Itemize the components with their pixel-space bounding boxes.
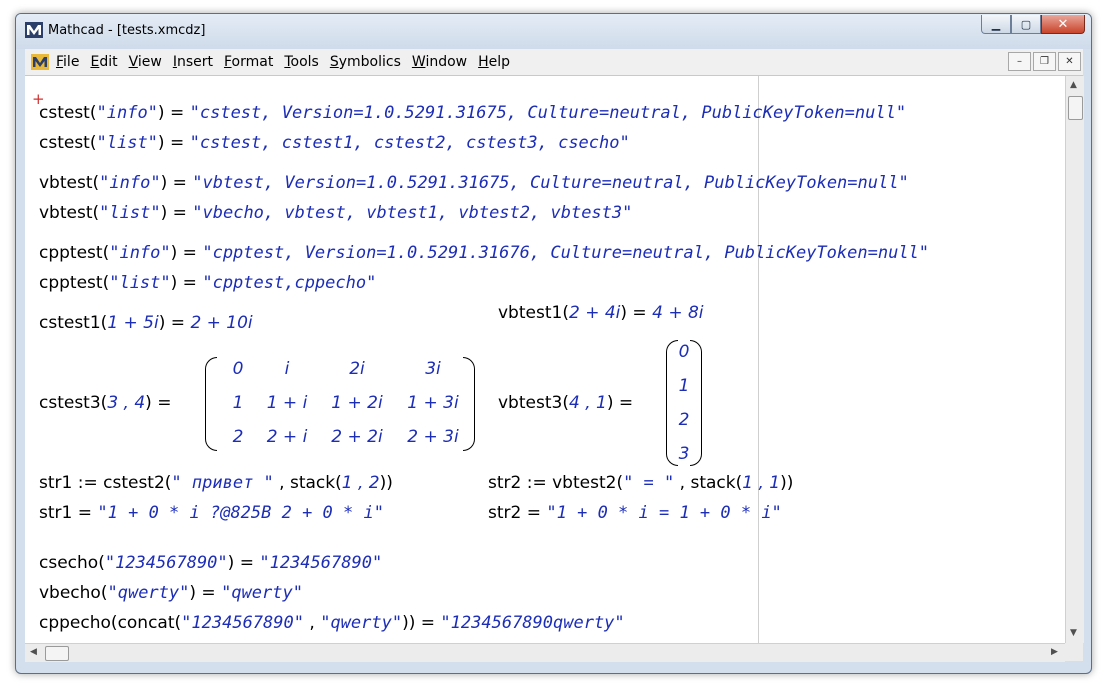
region-vbecho[interactable]: vbecho("qwerty") = "qwerty": [39, 583, 303, 603]
matrix-cell: 2 + 3i: [407, 427, 459, 447]
region-str1-definition[interactable]: str1 := cstest2(" привет " , stack(1 , 2…: [39, 473, 393, 493]
menu-format[interactable]: Format: [224, 54, 273, 70]
horizontal-scrollbar[interactable]: ◀ ▶: [25, 643, 1065, 662]
matrix-cell: 1 + 2i: [331, 393, 383, 413]
region-cstest3[interactable]: cstest3(3 , 4) =: [39, 393, 177, 413]
region-vbtest1[interactable]: vbtest1(2 + 4i) = 4 + 8i: [498, 303, 704, 323]
menu-symbolics[interactable]: Symbolics: [330, 54, 401, 70]
region-str2-value[interactable]: str2 = "1 + 0 * i = 1 + 0 * i": [488, 503, 782, 523]
region-vbtest-info[interactable]: vbtest("info") = "vbtest, Version=1.0.52…: [39, 173, 909, 193]
region-cstest-list[interactable]: cstest("list") = "cstest, cstest1, cstes…: [39, 133, 630, 153]
matrix-cell: 1 + 3i: [407, 393, 459, 413]
region-cstest-info[interactable]: cstest("info") = "cstest, Version=1.0.52…: [39, 103, 906, 123]
vector-left-bracket: [666, 340, 678, 466]
menu-help[interactable]: Help: [478, 54, 510, 70]
matrix-cell: 2: [232, 427, 244, 447]
scroll-left-arrow-icon[interactable]: ◀: [30, 647, 37, 657]
scroll-right-arrow-icon[interactable]: ▶: [1051, 647, 1058, 657]
matrix-cell: i: [284, 359, 290, 379]
maximize-button[interactable]: ▢: [1011, 15, 1041, 34]
region-cpptest-list[interactable]: cpptest("list") = "cpptest,cppecho": [39, 273, 376, 293]
region-cstest1[interactable]: cstest1(1 + 5i) = 2 + 10i: [39, 313, 253, 333]
matrix-left-bracket: [205, 357, 217, 451]
vertical-scroll-thumb[interactable]: [1068, 96, 1083, 120]
region-vbtest3[interactable]: vbtest3(4 , 1) =: [498, 393, 639, 413]
scroll-down-arrow-icon[interactable]: ▼: [1070, 628, 1077, 638]
menu-insert[interactable]: Insert: [173, 54, 213, 70]
vbtest3-result-vector: 0 1 2 3: [666, 340, 702, 466]
region-vbtest-list[interactable]: vbtest("list") = "vbecho, vbtest, vbtest…: [39, 203, 632, 223]
cstest3-result-matrix: 0 i 2i 3i 1 1 + i 1 + 2i 1 + 3i 2 2 + i …: [205, 357, 475, 451]
vertical-scrollbar[interactable]: ▲ ▼: [1065, 76, 1084, 643]
region-str2-definition[interactable]: str2 := vbtest2(" = " , stack(1 , 1)): [488, 473, 793, 493]
mathcad-window: Mathcad - [tests.xmcdz] ▁ ▢ ✕ File Edit …: [15, 13, 1092, 674]
matrix-cell: 1 + i: [266, 393, 308, 413]
matrix-cell: 3i: [425, 359, 441, 379]
title-bar[interactable]: Mathcad - [tests.xmcdz] ▁ ▢ ✕: [16, 14, 1091, 49]
size-grip[interactable]: [1065, 643, 1083, 661]
menu-edit[interactable]: Edit: [90, 54, 117, 70]
mathcad-logo-icon: [25, 22, 43, 38]
menu-tools[interactable]: Tools: [284, 54, 319, 70]
vector-cell: 3: [678, 444, 690, 464]
doc-minimize-button[interactable]: –: [1008, 52, 1031, 71]
matrix-cell: 2 + 2i: [331, 427, 383, 447]
region-csecho[interactable]: csecho("1234567890") = "1234567890": [39, 553, 382, 573]
menu-window[interactable]: Window: [412, 54, 467, 70]
doc-restore-button[interactable]: ❐: [1033, 52, 1056, 71]
close-button[interactable]: ✕: [1041, 15, 1085, 34]
worksheet[interactable]: + cstest("info") = "cstest, Version=1.0.…: [25, 76, 1065, 643]
menu-bar: File Edit View Insert Format Tools Symbo…: [25, 49, 1083, 76]
menu-file[interactable]: File: [56, 54, 79, 70]
doc-close-button[interactable]: ✕: [1058, 52, 1081, 71]
minimize-button[interactable]: ▁: [981, 15, 1011, 34]
mathcad-document-icon[interactable]: [31, 54, 49, 70]
matrix-cell: 1: [232, 393, 244, 413]
region-cpptest-info[interactable]: cpptest("info") = "cpptest, Version=1.0.…: [39, 243, 929, 263]
matrix-cell: 0: [232, 359, 244, 379]
vector-right-bracket: [690, 340, 702, 466]
scroll-up-arrow-icon[interactable]: ▲: [1070, 80, 1077, 90]
horizontal-scroll-thumb[interactable]: [45, 646, 69, 661]
matrix-right-bracket: [463, 357, 475, 451]
page-margin-line: [758, 76, 759, 643]
region-cppecho[interactable]: cppecho(concat("1234567890" , "qwerty"))…: [39, 613, 625, 633]
vector-cell: 0: [678, 342, 690, 362]
menu-view[interactable]: View: [129, 54, 162, 70]
region-str1-value[interactable]: str1 = "1 + 0 * i ?@825B 2 + 0 * i": [39, 503, 384, 523]
vector-cell: 2: [678, 410, 690, 430]
window-title: Mathcad - [tests.xmcdz]: [48, 23, 206, 38]
matrix-cell: 2i: [349, 359, 365, 379]
matrix-cell: 2 + i: [266, 427, 308, 447]
vector-cell: 1: [678, 376, 690, 396]
